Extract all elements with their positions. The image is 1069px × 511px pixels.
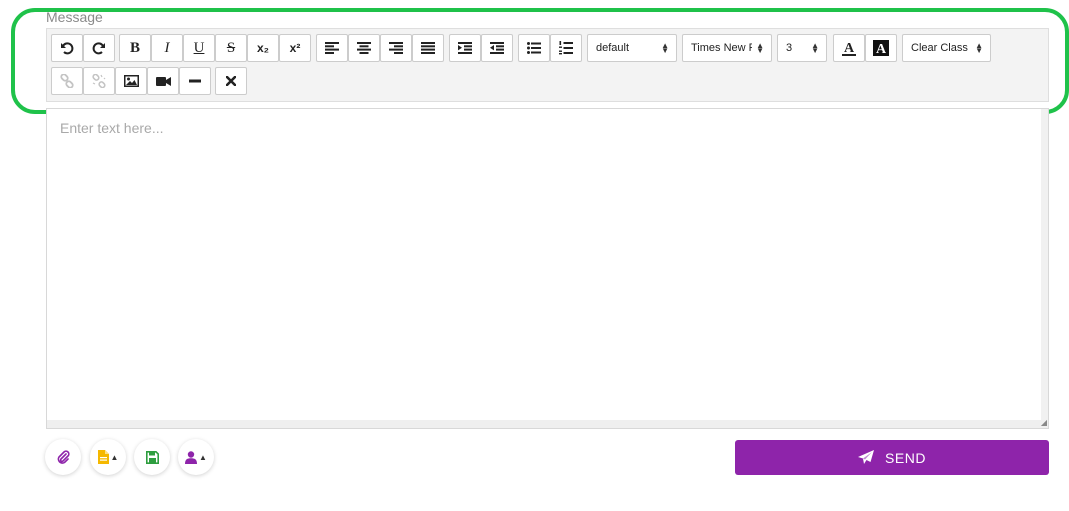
save-draft-button[interactable] — [134, 439, 170, 475]
unordered-list-button[interactable] — [518, 34, 550, 62]
class-select[interactable]: Clear Class ▲ ▼ — [902, 34, 991, 62]
outdent-icon — [490, 42, 504, 54]
underline-button[interactable]: U — [183, 34, 215, 62]
unlink-icon — [92, 74, 106, 88]
select-arrows-icon: ▲ ▼ — [975, 41, 983, 55]
bold-button[interactable]: B — [119, 34, 151, 62]
superscript-button[interactable]: x² — [279, 34, 311, 62]
image-icon — [123, 75, 139, 87]
insert-link-button[interactable] — [51, 67, 83, 95]
align-justify-button[interactable] — [412, 34, 444, 62]
font-size-select[interactable]: 3 ▲ ▼ — [777, 34, 827, 62]
attach-button[interactable] — [45, 439, 81, 475]
redo-button[interactable] — [83, 34, 115, 62]
file-icon — [97, 450, 109, 464]
remove-format-button[interactable] — [215, 67, 247, 95]
contact-button[interactable]: ▲ — [178, 439, 214, 475]
background-color-button[interactable]: A — [865, 34, 897, 62]
horizontal-rule-button[interactable] — [179, 67, 211, 95]
subscript-button[interactable]: x₂ — [247, 34, 279, 62]
select-arrows-icon: ▲ ▼ — [756, 41, 764, 55]
undo-button[interactable] — [51, 34, 83, 62]
align-center-icon — [357, 42, 371, 54]
indent-icon — [458, 42, 472, 54]
insert-image-button[interactable] — [115, 67, 147, 95]
paperclip-icon — [57, 450, 70, 464]
background-color-icon: A — [873, 40, 889, 56]
align-justify-icon — [421, 42, 435, 54]
strikethrough-button[interactable]: S — [215, 34, 247, 62]
align-left-button[interactable] — [316, 34, 348, 62]
resize-handle-icon[interactable]: ◢ — [1041, 419, 1047, 427]
minus-icon — [189, 79, 201, 83]
paper-plane-icon — [858, 450, 875, 464]
save-icon — [145, 450, 159, 464]
align-left-icon — [325, 42, 339, 54]
format-block-select[interactable]: default ▲ ▼ — [587, 34, 677, 62]
insert-video-button[interactable] — [147, 67, 179, 95]
ordered-list-button[interactable] — [550, 34, 582, 62]
close-icon — [226, 76, 236, 86]
editor-scrollbar[interactable] — [1041, 109, 1048, 428]
font-color-icon: A — [842, 41, 856, 56]
align-right-button[interactable] — [380, 34, 412, 62]
caret-up-icon: ▲ — [110, 452, 119, 462]
editor-toolbar: B I U S x₂ x² default ▲▼ Times New Roman… — [46, 28, 1049, 102]
editor-statusbar — [47, 420, 1048, 428]
template-button[interactable]: ▲ — [90, 439, 126, 475]
svg-text:A: A — [876, 42, 887, 56]
unlink-button[interactable] — [83, 67, 115, 95]
redo-icon — [92, 42, 105, 55]
italic-button[interactable]: I — [151, 34, 183, 62]
numbered-list-icon — [559, 41, 573, 55]
indent-button[interactable] — [449, 34, 481, 62]
editor-placeholder: Enter text here... — [60, 120, 164, 136]
font-name-select[interactable]: Times New Roman ▲▼ — [682, 34, 772, 62]
select-arrows-icon: ▲ ▼ — [811, 41, 819, 55]
bullet-list-icon — [527, 42, 541, 54]
font-color-button[interactable]: A — [833, 34, 865, 62]
align-center-button[interactable] — [348, 34, 380, 62]
caret-up-icon: ▲ — [199, 452, 207, 462]
align-right-icon — [389, 42, 403, 54]
select-arrows-icon: ▲ ▼ — [661, 41, 669, 55]
link-icon — [60, 74, 74, 88]
undo-icon — [61, 42, 74, 55]
message-editor[interactable]: Enter text here... ◢ — [46, 108, 1049, 429]
svg-text:A: A — [844, 41, 855, 56]
video-camera-icon — [155, 76, 171, 86]
outdent-button[interactable] — [481, 34, 513, 62]
message-label: Message — [46, 9, 103, 25]
user-icon — [185, 450, 198, 464]
send-button[interactable]: SEND — [735, 440, 1049, 475]
